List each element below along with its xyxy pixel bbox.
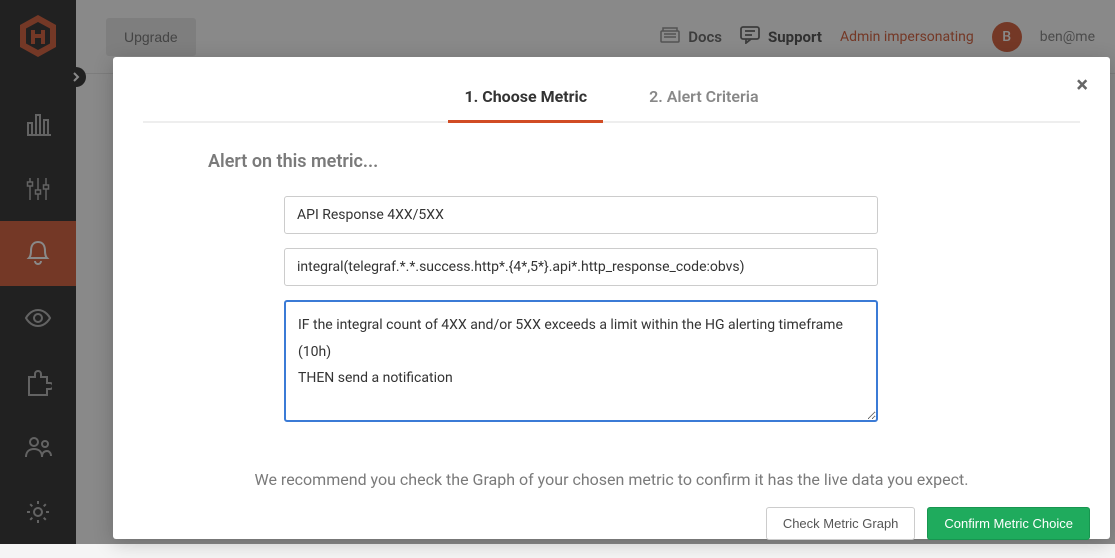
modal-subtitle: Alert on this metric... [208, 151, 1015, 172]
tab-choose-metric[interactable]: 1. Choose Metric [448, 87, 603, 123]
modal-footer: Check Metric Graph Confirm Metric Choice [113, 489, 1110, 558]
close-icon: × [1076, 73, 1088, 98]
modal-close-button[interactable]: × [1076, 75, 1088, 97]
metric-name-input[interactable] [284, 196, 878, 234]
confirm-metric-choice-button[interactable]: Confirm Metric Choice [927, 507, 1090, 540]
modal-tabs: 1. Choose Metric 2. Alert Criteria [143, 57, 1080, 123]
recommend-text: We recommend you check the Graph of your… [208, 470, 1015, 489]
alert-description-textarea[interactable] [284, 300, 878, 422]
check-metric-graph-button[interactable]: Check Metric Graph [766, 507, 916, 540]
metric-query-input[interactable] [284, 248, 878, 286]
choose-metric-modal: × 1. Choose Metric 2. Alert Criteria Ale… [113, 57, 1110, 539]
tab-alert-criteria[interactable]: 2. Alert Criteria [633, 87, 774, 123]
